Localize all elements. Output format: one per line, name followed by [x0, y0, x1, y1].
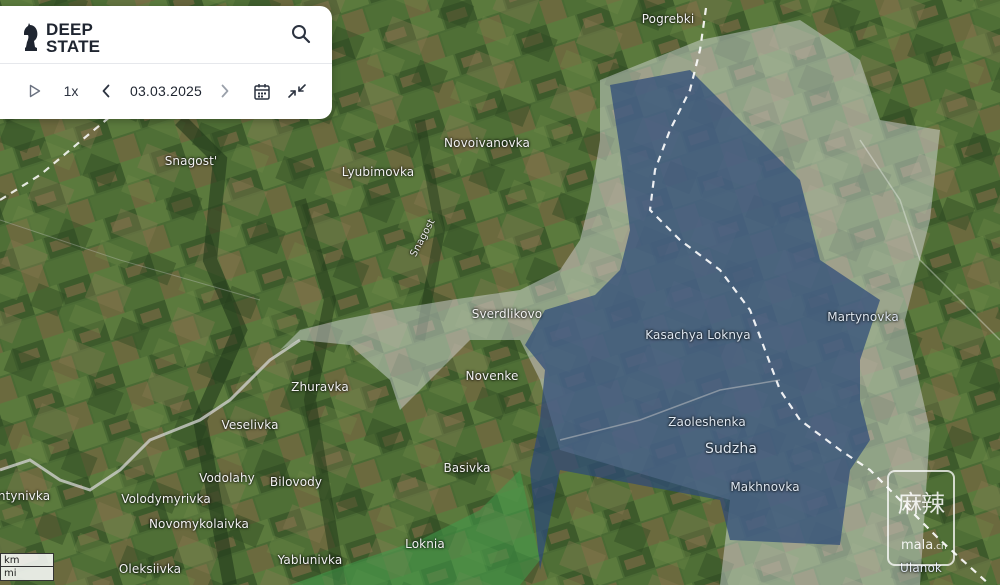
place-label-novenke: Novenke [465, 369, 519, 383]
watermark-suffix: .cn [933, 542, 947, 552]
collapse-arrows-icon [288, 84, 306, 98]
place-label-lyubimovka: Lyubimovka [341, 165, 415, 179]
place-label-veselivka: Veselivka [221, 418, 279, 432]
play-icon [29, 84, 41, 98]
search-button[interactable] [288, 21, 314, 47]
panel-divider [0, 63, 332, 64]
place-label-snagost: Snagost' [164, 154, 218, 168]
place-label-zaoleshenka: Zaoleshenka [668, 415, 746, 429]
place-label-volodymyrivka: Volodymyrivka [121, 492, 211, 506]
place-label-novoivanovka: Novoivanovka [444, 136, 530, 150]
current-date[interactable]: 03.03.2025 [122, 77, 210, 105]
place-label-kostiantynivka: ntynivka [0, 489, 51, 503]
place-label-sudzha: Sudzha [704, 441, 758, 457]
place-label-kasachya-loknya: Kasachya Loknya [645, 328, 751, 342]
calendar-icon [254, 83, 270, 100]
place-label-pogrebki: Pogrebki [641, 12, 695, 26]
scale-mi: mi [0, 567, 54, 581]
brand-logo[interactable]: DEEP STATE [22, 18, 100, 58]
scale-km: km [0, 553, 54, 567]
place-label-oleksiivka: Oleksiivka [118, 562, 182, 576]
collapse-button[interactable] [284, 77, 310, 105]
knight-chess-icon [24, 23, 38, 51]
place-label-novomykolaivka: Novomykolaivka [148, 517, 250, 531]
map-scale: km mi [0, 553, 54, 581]
place-label-bilovody: Bilovody [269, 475, 323, 489]
place-label-yablunivka: Yablunivka [277, 553, 343, 567]
place-label-basivka: Basivka [443, 461, 491, 475]
chevron-left-icon [102, 84, 110, 98]
calendar-button[interactable] [250, 77, 274, 105]
place-label-sverdlikovo: Sverdlikovo [471, 307, 543, 321]
play-button[interactable] [24, 77, 46, 105]
watermark-chinese-text: 麻辣 [898, 490, 945, 518]
place-label-martynovka: Martynovka [827, 310, 899, 324]
watermark-logo: 麻辣 mala.cn [887, 470, 955, 566]
place-label-makhnovka: Makhnovka [730, 480, 800, 494]
place-label-zhuravka: Zhuravka [291, 380, 349, 394]
place-label-vodolahy: Vodolahy [199, 471, 255, 485]
search-icon [292, 25, 311, 44]
speed-toggle[interactable]: 1x [58, 77, 84, 105]
brand-wordmark: DEEP STATE [46, 21, 100, 55]
next-date-button[interactable] [215, 77, 235, 105]
watermark-latin: mala [901, 538, 934, 553]
previous-date-button[interactable] [96, 77, 116, 105]
control-panel: DEEP STATE 1x 03.03.2025 [0, 6, 332, 119]
chevron-right-icon [221, 84, 229, 98]
place-label-loknia: Loknia [405, 537, 445, 551]
brand-line-2: STATE [46, 37, 101, 56]
brand-line-1: DEEP [46, 20, 94, 39]
watermark-latin-text: mala.cn [901, 538, 947, 553]
